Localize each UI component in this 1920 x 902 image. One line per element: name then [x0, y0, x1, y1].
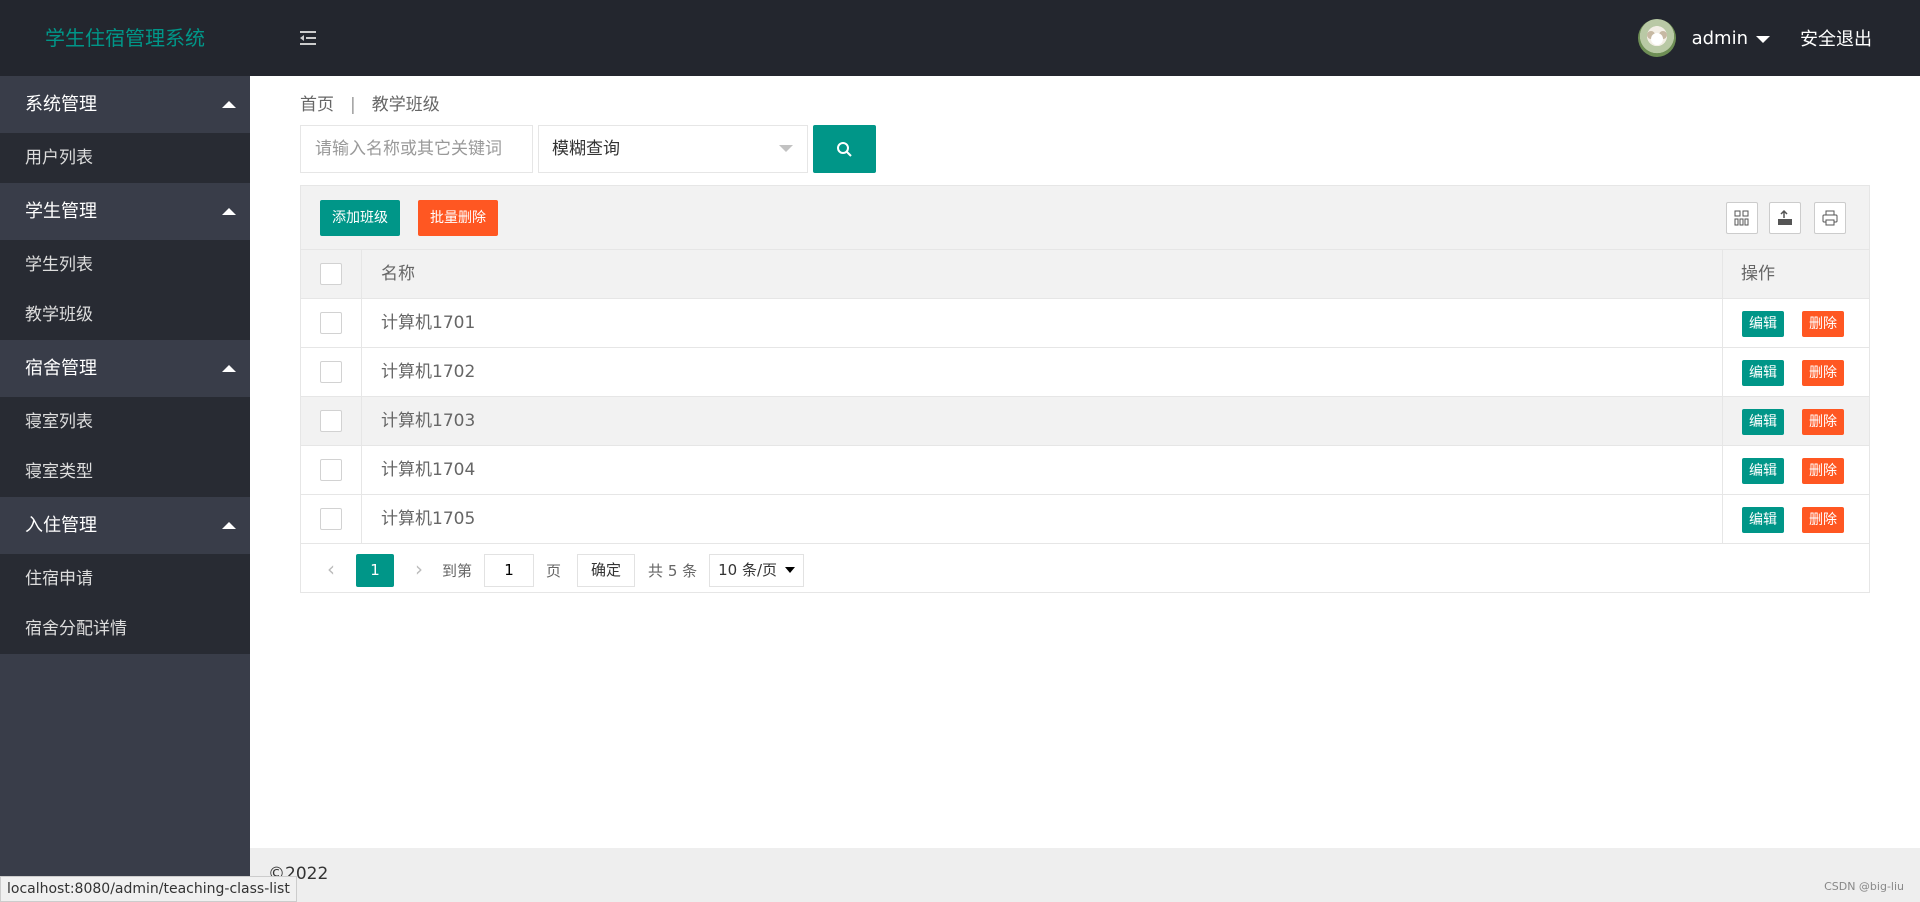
column-header-ops: 操作	[1741, 264, 1775, 284]
class-table: 添加班级 批量删除 名称 操作 计算机1701 编辑 删除 计算机1702 编辑…	[300, 185, 1870, 593]
column-header-name: 名称	[381, 264, 415, 284]
sidebar: 系统管理 用户列表 学生管理 学生列表 教学班级 宿舍管理 寝室列表 寝室类型 …	[0, 76, 250, 902]
username: admin	[1691, 27, 1748, 49]
goto-page-input[interactable]	[484, 553, 535, 587]
nav-group-title[interactable]: 宿舍管理	[0, 340, 250, 397]
columns-filter-icon[interactable]	[1726, 202, 1758, 234]
chevron-down-icon	[779, 145, 793, 152]
class-name-cell: 计算机1704	[381, 460, 476, 480]
table-toolbar: 添加班级 批量删除	[301, 186, 1869, 250]
search-input[interactable]	[300, 125, 533, 173]
nav-group-student: 学生管理 学生列表 教学班级	[0, 183, 250, 340]
table-header-row: 名称 操作	[301, 250, 1869, 299]
table-row: 计算机1704 编辑 删除	[301, 446, 1869, 495]
class-name-cell: 计算机1705	[381, 509, 476, 529]
chevron-down-icon	[1756, 35, 1770, 43]
table-row: 计算机1702 编辑 删除	[301, 348, 1869, 397]
class-name-cell: 计算机1703	[381, 411, 476, 431]
chevron-down-icon	[785, 567, 796, 573]
breadcrumb: 首页 | 教学班级	[300, 90, 440, 115]
table-row: 计算机1705 编辑 删除	[301, 495, 1869, 544]
search-mode-value: 模糊查询	[552, 139, 620, 159]
nav-group-title[interactable]: 系统管理	[0, 76, 250, 133]
nav-group-checkin: 入住管理 住宿申请 宿舍分配详情	[0, 497, 250, 654]
chevron-up-icon	[222, 365, 236, 372]
page-number-current[interactable]: 1	[356, 553, 394, 587]
total-count: 共 5 条	[648, 561, 698, 580]
breadcrumb-current: 教学班级	[371, 95, 440, 115]
chevron-up-icon	[222, 522, 236, 529]
sidebar-item-stay-application[interactable]: 住宿申请	[0, 554, 250, 604]
row-checkbox[interactable]	[320, 410, 342, 432]
add-class-button[interactable]: 添加班级	[320, 200, 400, 236]
delete-button[interactable]: 删除	[1802, 409, 1844, 435]
chevron-up-icon	[222, 101, 236, 108]
app-logo[interactable]: 学生住宿管理系统	[0, 0, 250, 76]
footer: ©2022	[250, 848, 1920, 902]
edit-button[interactable]: 编辑	[1742, 458, 1784, 484]
delete-button[interactable]: 删除	[1802, 458, 1844, 484]
row-checkbox[interactable]	[320, 508, 342, 530]
delete-button[interactable]: 删除	[1802, 311, 1844, 337]
sidebar-item-user-list[interactable]: 用户列表	[0, 133, 250, 183]
chevron-up-icon	[222, 208, 236, 215]
nav-group-title[interactable]: 学生管理	[0, 183, 250, 240]
avatar[interactable]	[1637, 19, 1676, 57]
nav-group-label: 学生管理	[25, 201, 97, 222]
nav-group-label: 入住管理	[25, 515, 97, 536]
search-icon	[837, 142, 852, 157]
batch-delete-button[interactable]: 批量删除	[418, 200, 498, 236]
browser-status-url: localhost:8080/admin/teaching-class-list	[0, 876, 297, 902]
nav-group-dorm: 宿舍管理 寝室列表 寝室类型	[0, 340, 250, 497]
edit-button[interactable]: 编辑	[1742, 409, 1784, 435]
goto-label: 到第	[442, 561, 473, 580]
nav-group-title[interactable]: 入住管理	[0, 497, 250, 554]
watermark: CSDN @big-liu	[1824, 880, 1904, 893]
menu-fold-icon[interactable]	[298, 28, 318, 48]
table-row: 计算机1703 编辑 删除	[301, 397, 1869, 446]
pagination: ‹ 1 › 到第 页 确定 共 5 条 10 条/页	[301, 544, 1869, 596]
user-menu[interactable]: admin	[1692, 28, 1770, 49]
sidebar-item-room-list[interactable]: 寝室列表	[0, 397, 250, 447]
table-row: 计算机1701 编辑 删除	[301, 299, 1869, 348]
class-name-cell: 计算机1702	[381, 362, 476, 382]
page-size-value: 10 条/页	[718, 560, 778, 579]
nav-group-label: 宿舍管理	[25, 358, 97, 379]
sidebar-item-room-type[interactable]: 寝室类型	[0, 447, 250, 497]
page-size-select[interactable]: 10 条/页	[709, 553, 805, 587]
row-checkbox[interactable]	[320, 312, 342, 334]
edit-button[interactable]: 编辑	[1742, 360, 1784, 386]
nav-group-system: 系统管理 用户列表	[0, 76, 250, 183]
search-button[interactable]	[813, 125, 876, 173]
next-page-icon[interactable]: ›	[408, 559, 430, 581]
header-user-area: admin 安全退出	[1637, 0, 1872, 76]
sidebar-item-allocation-detail[interactable]: 宿舍分配详情	[0, 604, 250, 654]
edit-button[interactable]: 编辑	[1742, 311, 1784, 337]
select-all-checkbox[interactable]	[320, 263, 342, 285]
sidebar-item-teaching-class[interactable]: 教学班级	[0, 290, 250, 340]
row-checkbox[interactable]	[320, 361, 342, 383]
breadcrumb-home[interactable]: 首页	[300, 95, 334, 115]
delete-button[interactable]: 删除	[1802, 360, 1844, 386]
export-icon[interactable]	[1769, 202, 1801, 234]
search-mode-select[interactable]: 模糊查询	[538, 125, 808, 173]
edit-button[interactable]: 编辑	[1742, 507, 1784, 533]
print-icon[interactable]	[1814, 202, 1846, 234]
top-header: 学生住宿管理系统 admin 安全退出	[0, 0, 1920, 76]
page-unit-label: 页	[546, 561, 562, 580]
prev-page-icon[interactable]: ‹	[320, 559, 342, 581]
breadcrumb-separator: |	[350, 95, 356, 115]
delete-button[interactable]: 删除	[1802, 507, 1844, 533]
logout-link[interactable]: 安全退出	[1800, 25, 1872, 51]
nav-group-label: 系统管理	[25, 94, 97, 115]
row-checkbox[interactable]	[320, 459, 342, 481]
class-name-cell: 计算机1701	[381, 313, 476, 333]
sidebar-item-student-list[interactable]: 学生列表	[0, 240, 250, 290]
goto-confirm-button[interactable]: 确定	[577, 553, 636, 587]
